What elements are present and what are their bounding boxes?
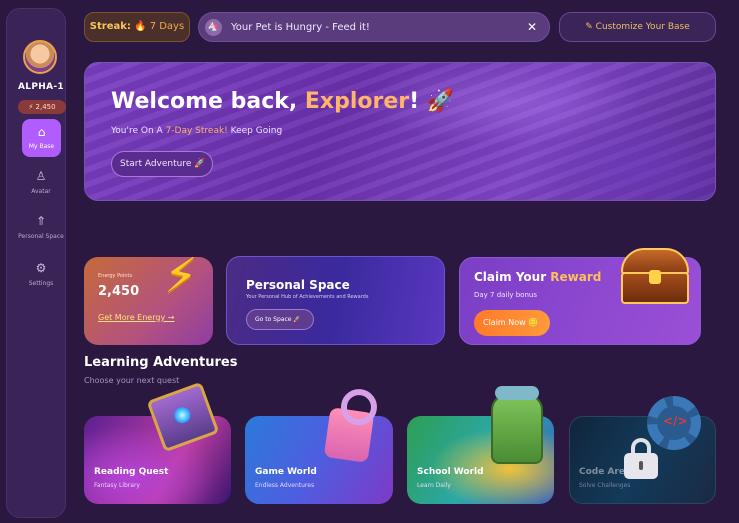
personal-space-card[interactable]: Personal Space Your Personal Hub of Achi… xyxy=(226,256,445,345)
streak-badge: Streak: 🔥 7 Days xyxy=(84,12,190,42)
sidebar-item-label: My Base xyxy=(28,143,55,150)
gear-icon: ⚙ xyxy=(35,261,47,275)
customize-base-button[interactable]: ✎ Customize Your Base xyxy=(559,12,716,42)
lock-icon xyxy=(624,438,658,479)
backpack-icon xyxy=(491,386,543,464)
adventure-card-reading-quest[interactable]: Reading Quest Fantasy Library xyxy=(84,381,231,504)
hero-subtitle-suffix: Keep Going xyxy=(227,126,283,136)
notification-bar[interactable]: 🦄 Your Pet is Hungry - Feed it! ✕ xyxy=(198,12,550,42)
notification-text: Your Pet is Hungry - Feed it! xyxy=(231,22,370,33)
reward-title-highlight: Reward xyxy=(550,270,602,284)
hero-title-highlight: Explorer xyxy=(304,89,410,114)
hero-subtitle: You're On A 7-Day Streak! Keep Going xyxy=(111,126,282,136)
claim-now-button[interactable]: Claim Now 🪙 xyxy=(474,310,550,336)
rocket-icon: ⇑ xyxy=(35,214,47,228)
sidebar-item-settings[interactable]: ⚙ Settings xyxy=(7,261,75,287)
streak-value: 🔥 7 Days xyxy=(134,21,185,32)
personal-space-subtitle: Your Personal Hub of Achievements and Re… xyxy=(246,294,369,300)
reward-title-prefix: Claim Your xyxy=(474,270,551,284)
home-icon: ⌂ xyxy=(37,125,46,139)
reward-subtitle: Day 7 daily bonus xyxy=(474,291,537,299)
energy-title: Energy Points xyxy=(98,273,133,279)
sidebar-item-label: Settings xyxy=(28,280,54,287)
sidebar-item-label: Avatar xyxy=(31,188,51,195)
game-cube-icon xyxy=(323,407,375,463)
streak-label: Streak: xyxy=(89,21,131,32)
avatar[interactable] xyxy=(23,40,57,74)
energy-value: 2,450 xyxy=(98,284,140,299)
adventure-desc: Learn Daily xyxy=(417,482,451,489)
personal-space-title: Personal Space xyxy=(246,278,350,292)
sidebar-item-my-base[interactable]: ⌂ My Base xyxy=(22,119,61,157)
customize-label: Customize Your Base xyxy=(595,22,690,32)
adventure-name: Game World xyxy=(255,467,317,477)
close-icon[interactable]: ✕ xyxy=(527,13,537,42)
hero-title: Welcome back, Explorer! 🚀 xyxy=(111,89,454,114)
welcome-hero: Welcome back, Explorer! 🚀 You're On A 7-… xyxy=(84,62,716,201)
adventure-name: Reading Quest xyxy=(94,467,169,477)
reward-title: Claim Your Reward xyxy=(474,270,601,284)
hero-title-prefix: Welcome back, xyxy=(111,89,305,114)
adventure-name: School World xyxy=(417,467,484,477)
hero-subtitle-prefix: You're On A xyxy=(111,126,166,136)
sidebar-item-personal-space[interactable]: ⇑ Personal Space xyxy=(7,214,75,240)
adventure-card-game-world[interactable]: Game World Endless Adventures xyxy=(245,407,393,504)
start-adventure-button[interactable]: Start Adventure 🚀 xyxy=(111,151,213,177)
adventure-desc: Endless Adventures xyxy=(255,482,315,489)
reward-card: Claim Your Reward Day 7 daily bonus Clai… xyxy=(459,248,701,345)
adventure-desc: Fantasy Library xyxy=(94,482,140,489)
pet-icon: 🦄 xyxy=(205,19,222,36)
edit-icon: ✎ xyxy=(585,22,596,32)
adventure-card-code-arena: Code Arena Solve Challenges xyxy=(569,396,716,504)
hero-title-suffix: ! 🚀 xyxy=(409,89,455,114)
sidebar: ALPHA-1 ⚡ 2,450 ⌂ My Base ♙ Avatar ⇑ Per… xyxy=(6,8,66,518)
go-to-space-button[interactable]: Go to Space 🚀 xyxy=(246,309,314,330)
user-icon: ♙ xyxy=(35,169,47,183)
hero-subtitle-highlight: 7-Day Streak! xyxy=(165,126,228,136)
sidebar-item-label: Personal Space xyxy=(18,233,64,240)
username: ALPHA-1 xyxy=(18,82,64,92)
lightning-icon: ⚡ xyxy=(164,248,198,304)
section-subtitle: Choose your next quest xyxy=(84,376,180,385)
coins-badge: ⚡ 2,450 xyxy=(18,100,66,114)
treasure-chest-icon xyxy=(617,248,693,306)
get-more-energy-link[interactable]: Get More Energy → xyxy=(98,313,174,322)
adventure-card-school-world[interactable]: School World Learn Daily xyxy=(407,386,554,504)
section-title: Learning Adventures xyxy=(84,355,238,370)
adventure-desc: Solve Challenges xyxy=(579,482,631,489)
sidebar-item-avatar[interactable]: ♙ Avatar xyxy=(7,169,75,195)
